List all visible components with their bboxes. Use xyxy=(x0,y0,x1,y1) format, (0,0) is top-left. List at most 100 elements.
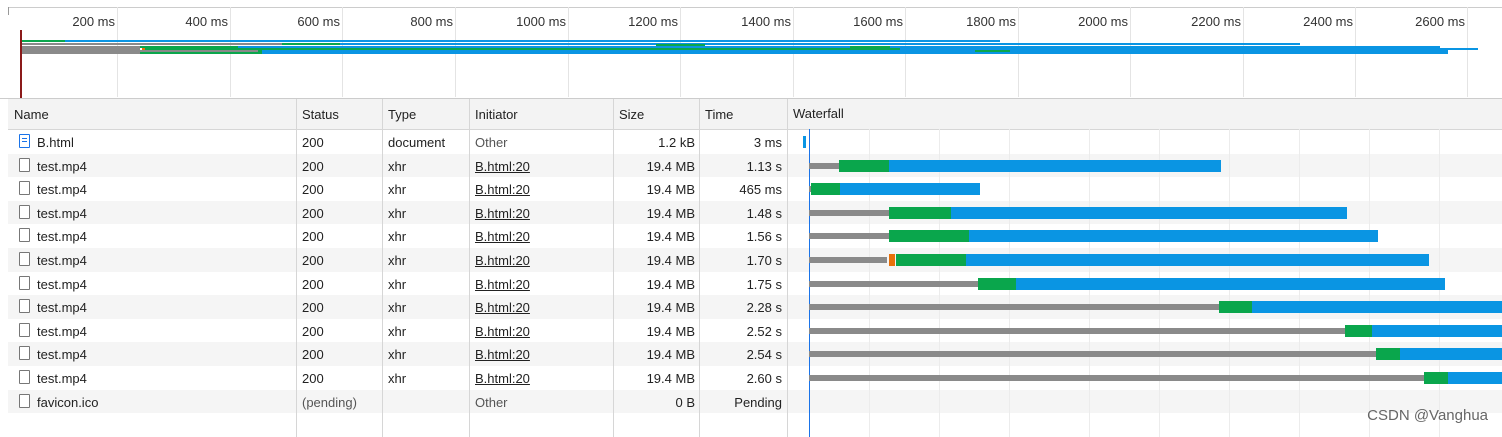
waterfall-segment[interactable] xyxy=(809,233,889,240)
waterfall-segment[interactable] xyxy=(809,327,1345,334)
initiator-link[interactable]: B.html:20 xyxy=(475,371,530,386)
request-name: test.mp4 xyxy=(37,205,87,221)
waterfall-segment[interactable] xyxy=(1376,348,1400,361)
waterfall-segment[interactable] xyxy=(809,304,1219,311)
initiator-link[interactable]: B.html:20 xyxy=(475,206,530,221)
overview-tick-label: 1400 ms xyxy=(741,14,791,29)
column-divider[interactable] xyxy=(469,99,470,437)
initiator-link[interactable]: B.html:20 xyxy=(475,253,530,268)
waterfall-segment[interactable] xyxy=(1016,277,1445,290)
initiator-link[interactable]: B.html:20 xyxy=(475,229,530,244)
overview-tick-label: 2600 ms xyxy=(1415,14,1465,29)
header-initiator[interactable]: Initiator xyxy=(475,107,518,122)
waterfall-segment[interactable] xyxy=(840,183,980,196)
header-size[interactable]: Size xyxy=(619,107,644,122)
waterfall-segment[interactable] xyxy=(809,280,978,287)
overview-timeline[interactable]: 200 ms 400 ms 600 ms 800 ms 1000 ms 1200 ms 14… xyxy=(0,0,1502,99)
column-divider[interactable] xyxy=(613,99,614,437)
request-name: test.mp4 xyxy=(37,300,87,316)
request-name: test.mp4 xyxy=(37,323,87,339)
overview-request-bar xyxy=(140,52,262,54)
column-divider[interactable] xyxy=(787,99,788,437)
column-divider[interactable] xyxy=(699,99,700,437)
file-icon xyxy=(19,299,30,314)
waterfall-segment[interactable] xyxy=(889,206,951,219)
size-cell: 19.4 MB xyxy=(646,371,695,386)
initiator-link[interactable]: B.html:20 xyxy=(475,277,530,292)
initiator-link[interactable]: B.html:20 xyxy=(475,300,530,315)
overview-request-bar xyxy=(21,40,65,42)
waterfall-area xyxy=(799,129,1502,437)
requests-table: Name Status Type Initiator Size Time Wat… xyxy=(8,99,1502,437)
initiator-link[interactable]: B.html:20 xyxy=(475,159,530,174)
initiator-link[interactable]: B.html:20 xyxy=(475,347,530,362)
waterfall-segment[interactable] xyxy=(969,230,1378,243)
type-cell: document xyxy=(388,135,446,150)
status-cell: 200 xyxy=(302,276,324,292)
column-divider[interactable] xyxy=(382,99,383,437)
time-cell: Pending xyxy=(734,394,782,410)
waterfall-segment[interactable] xyxy=(803,136,806,148)
type-cell: xhr xyxy=(388,158,407,174)
overview-tick-label: 400 ms xyxy=(185,14,228,29)
time-cell: 1.13 s xyxy=(746,158,782,174)
status-cell: 200 xyxy=(302,158,324,174)
waterfall-segment[interactable] xyxy=(839,159,889,172)
file-icon xyxy=(19,346,30,361)
request-name: test.mp4 xyxy=(37,347,87,363)
waterfall-segment[interactable] xyxy=(809,209,889,216)
file-icon xyxy=(19,252,30,266)
status-cell: 200 xyxy=(302,135,324,150)
type-cell: xhr xyxy=(388,371,407,386)
time-cell: 465 ms xyxy=(739,182,782,198)
size-cell: 19.4 MB xyxy=(646,300,695,316)
initiator-link[interactable]: B.html:20 xyxy=(475,182,530,197)
request-name: favicon.ico xyxy=(37,394,99,410)
time-cell: 2.28 s xyxy=(746,300,782,316)
waterfall-segment[interactable] xyxy=(809,351,1376,358)
waterfall-segment[interactable] xyxy=(1219,301,1252,314)
waterfall-segment[interactable] xyxy=(811,183,840,196)
waterfall-segment[interactable] xyxy=(809,257,887,263)
waterfall-segment[interactable] xyxy=(1252,301,1502,314)
column-divider[interactable] xyxy=(296,99,297,437)
watermark: CSDN @Vanghua xyxy=(1367,407,1488,424)
waterfall-segment[interactable] xyxy=(951,206,1347,219)
type-cell: xhr xyxy=(388,323,407,339)
waterfall-segment[interactable] xyxy=(896,254,966,266)
size-cell: 1.2 kB xyxy=(658,135,695,150)
document-icon xyxy=(19,134,30,148)
type-cell: xhr xyxy=(388,229,407,245)
header-type[interactable]: Type xyxy=(388,107,416,122)
waterfall-segment[interactable] xyxy=(1345,324,1372,337)
waterfall-segment[interactable] xyxy=(889,159,1221,172)
request-name: test.mp4 xyxy=(37,371,87,386)
overview-request-bar xyxy=(850,46,890,48)
overview-tick-label: 600 ms xyxy=(297,14,340,29)
size-cell: 19.4 MB xyxy=(646,229,695,245)
waterfall-segment[interactable] xyxy=(978,277,1016,290)
waterfall-segment[interactable] xyxy=(889,254,895,266)
waterfall-segment[interactable] xyxy=(1372,324,1502,337)
size-cell: 0 B xyxy=(675,394,695,410)
header-waterfall[interactable]: Waterfall xyxy=(793,106,844,121)
file-icon xyxy=(19,157,30,172)
size-cell: 19.4 MB xyxy=(646,347,695,363)
time-cell: 2.60 s xyxy=(746,371,782,386)
waterfall-segment[interactable] xyxy=(1400,348,1502,361)
initiator-link[interactable]: B.html:20 xyxy=(475,324,530,339)
waterfall-segment[interactable] xyxy=(889,230,969,243)
waterfall-segment[interactable] xyxy=(809,162,839,169)
waterfall-segment[interactable] xyxy=(1424,372,1448,384)
type-cell: xhr xyxy=(388,205,407,221)
size-cell: 19.4 MB xyxy=(646,158,695,174)
waterfall-segment[interactable] xyxy=(966,254,1429,266)
header-time[interactable]: Time xyxy=(705,107,733,122)
waterfall-segment[interactable] xyxy=(1448,372,1502,384)
type-cell: xhr xyxy=(388,276,407,292)
header-name[interactable]: Name xyxy=(14,107,49,122)
waterfall-segment[interactable] xyxy=(809,375,1424,381)
file-icon xyxy=(19,204,30,219)
overview-tick-label: 800 ms xyxy=(410,14,453,29)
header-status[interactable]: Status xyxy=(302,107,339,122)
